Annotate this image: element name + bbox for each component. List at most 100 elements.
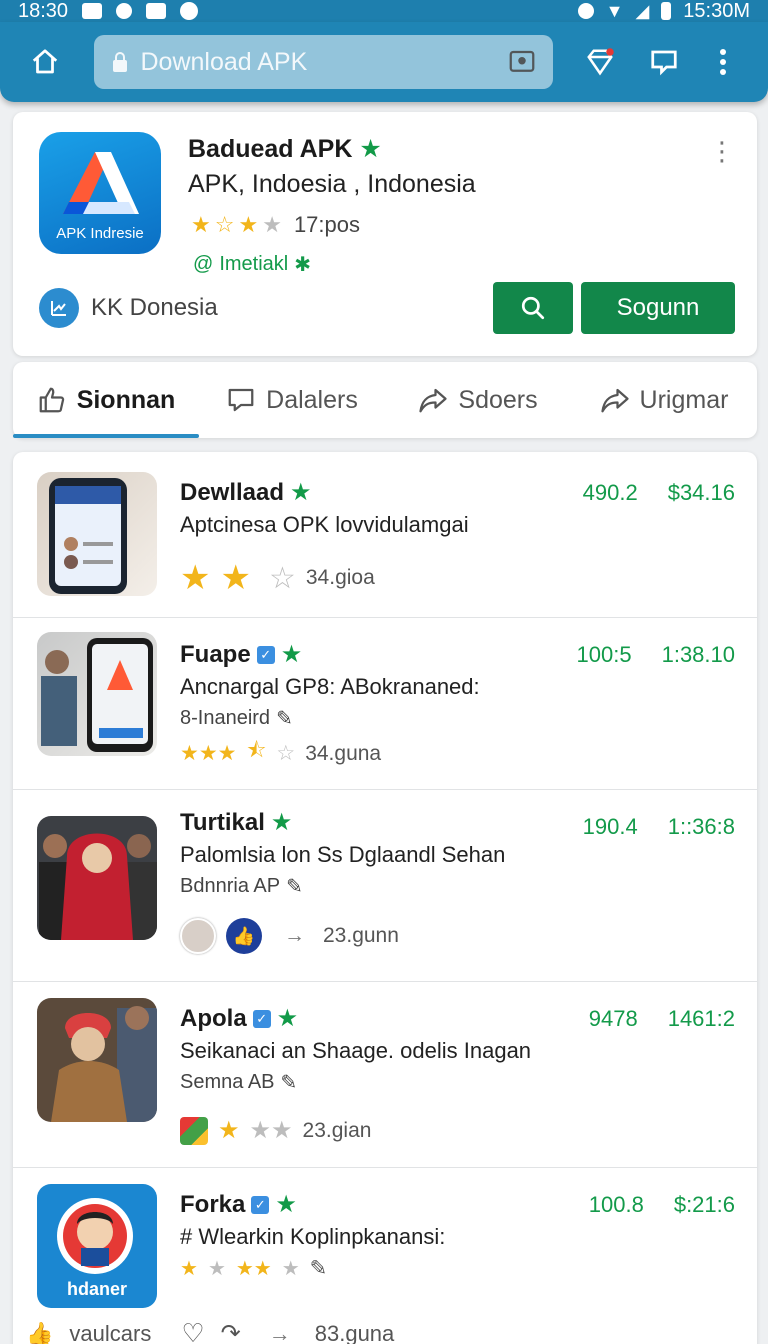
- verified-icon: ✓: [256, 645, 275, 664]
- list-item[interactable]: Turtikal ★ Palomlsia lon Ss Dglaandl Seha…: [13, 790, 757, 982]
- clock-right: 15:30M: [683, 0, 750, 22]
- arrow-icon: →: [284, 924, 305, 947]
- app-screenshot-thumbnail: [37, 632, 157, 756]
- app-header-card: APK Indresie Baduead APK ★ APK, Indoesia…: [13, 112, 757, 356]
- star-badge-icon: ★: [359, 135, 382, 163]
- chat-icon: [651, 50, 677, 76]
- app-mini-icon: [180, 1116, 208, 1145]
- primary-action-button[interactable]: Sogunn: [581, 282, 735, 334]
- app-subtitle: APK, Indoesia , Indonesia: [188, 170, 476, 198]
- app-title: Fuape ✓ ★: [180, 640, 303, 669]
- star-icon: ☆: [214, 212, 235, 237]
- signal-icon: ◢: [635, 0, 650, 21]
- star-icon: ★★: [235, 1258, 272, 1280]
- stat-value: 1::36:8: [667, 814, 735, 839]
- battery-icon: [661, 2, 672, 20]
- app-stats: 100.8 $:21:6: [589, 1192, 735, 1218]
- status-bar: 18:30 ▼ ◢ 15:30M: [0, 0, 768, 22]
- list-item[interactable]: Dewllaad ★ Aptcinesa OPK lovvidulamgai 49…: [13, 452, 757, 618]
- gem-icon: [587, 48, 614, 76]
- star-empty-icon: ★: [281, 1258, 300, 1280]
- app-list: Dewllaad ★ Aptcinesa OPK lovvidulamgai 49…: [13, 452, 757, 1344]
- star-icon: ★: [218, 1117, 240, 1144]
- heart-icon[interactable]: ♡: [181, 1318, 204, 1344]
- star-icon: ★: [238, 212, 259, 237]
- list-item[interactable]: Apola ✓ ★ Seikanaci an Shaage. odelis Inag…: [13, 982, 757, 1168]
- app-description: Ancnargal GP8: ABokrananed:: [180, 674, 480, 699]
- app-title: Forka ✓ ★: [180, 1190, 297, 1219]
- clock: 18:30: [18, 0, 69, 22]
- app-description: Seikanaci an Shaage. odelis Inagan: [180, 1038, 532, 1063]
- app-rating: ★ ★ ☆ 34.gioa: [180, 558, 375, 598]
- tab-urigmar[interactable]: Urigmar: [571, 362, 757, 438]
- app-screenshot-thumbnail: [37, 472, 157, 596]
- reader-icon: [509, 50, 534, 72]
- browser-toolbar: Download APK: [0, 22, 768, 102]
- app-title: Dewllaad ★: [180, 478, 312, 507]
- star-icon: ★: [180, 559, 211, 597]
- star-icon: ★: [220, 559, 251, 597]
- messages-button[interactable]: [637, 34, 691, 90]
- tab-dalalers[interactable]: Dalalers: [199, 362, 385, 438]
- star-badge-icon: ★: [275, 1191, 297, 1218]
- app-reactions: 👍 → 23.gunn: [180, 918, 399, 954]
- app-title: Apola ✓ ★: [180, 1004, 299, 1033]
- app-description: Aptcinesa OPK lovvidulamgai: [180, 512, 469, 537]
- footer-actions: 👍 vaulcars ♡ ↷ → 83.guna: [26, 1318, 394, 1344]
- cc-icon: [146, 3, 167, 19]
- app-logo: APK Indresie: [39, 132, 161, 254]
- stat-value: 1:38.10: [661, 642, 735, 667]
- star-empty-icon: ★: [262, 212, 282, 237]
- star-empty-icon: ★: [207, 1258, 226, 1280]
- header-more-button[interactable]: ⋮: [709, 138, 735, 164]
- list-item[interactable]: Fuape ✓ ★ Ancnargal GP8: ABokrananed: 8-In…: [13, 618, 757, 790]
- stat-value: 100.8: [588, 1192, 644, 1217]
- settings-icon: [116, 3, 133, 19]
- extension-button[interactable]: [573, 34, 627, 90]
- address-bar[interactable]: Download APK: [94, 35, 553, 89]
- rating-count: 34.gioa: [305, 566, 375, 589]
- app-icon: hdaner: [37, 1184, 157, 1308]
- app-stats: 490.2 $34.16: [583, 480, 735, 506]
- stat-value: $34.16: [667, 480, 735, 505]
- app-logo-caption: APK Indresie: [56, 225, 144, 242]
- app-title: Baduead APK ★: [188, 135, 382, 163]
- search-button[interactable]: [493, 282, 573, 334]
- star-icon: ★★★: [180, 742, 237, 765]
- star-badge-icon: ★: [280, 641, 303, 668]
- rating-count: 23.gunn: [323, 924, 399, 947]
- stat-value: 490.2: [582, 480, 638, 505]
- tab-sdoers[interactable]: Sdoers: [385, 362, 571, 438]
- tab-sionnan[interactable]: Sionnan: [13, 362, 199, 438]
- thumbs-up-icon[interactable]: 👍: [26, 1321, 53, 1344]
- star-empty-icon: ☆: [276, 742, 296, 765]
- at-icon: @: [193, 253, 214, 275]
- tab-bar: Sionnan Dalalers Sdoers Urigmar: [13, 362, 757, 438]
- star-badge-icon: ★: [270, 809, 293, 836]
- verified-icon: ✓: [251, 1195, 270, 1214]
- stat-value: 1461:2: [667, 1006, 735, 1031]
- info-icon: [180, 2, 199, 20]
- app-screenshot-thumbnail: [37, 998, 157, 1122]
- more-vert-icon: [719, 49, 726, 75]
- url-text: Download APK: [140, 47, 308, 76]
- developer-link[interactable]: KK Donesia: [39, 288, 218, 328]
- lock-icon: [113, 52, 128, 72]
- app-rating: ★ ★ ★★ ★ ✎: [180, 1256, 327, 1281]
- app-meta: 8-Inaneird ✎: [180, 707, 293, 730]
- wifi-icon: ▼: [605, 0, 624, 21]
- edit-icon: ✎: [309, 1257, 328, 1280]
- chat-icon: [228, 388, 254, 412]
- app-title: Turtikal ★: [180, 808, 293, 837]
- share-icon: [419, 388, 448, 413]
- menu-button[interactable]: [696, 34, 750, 90]
- stat-value: 9478: [588, 1006, 638, 1031]
- footer-label: vaulcars: [69, 1320, 152, 1344]
- app-stats: 9478 1461:2: [589, 1006, 735, 1032]
- app-stats: 100:5 1:38.10: [577, 642, 735, 668]
- star-half-icon: ⯪: [246, 739, 267, 762]
- edit-icon: ✎: [280, 1072, 298, 1094]
- app-description: Palomlsia lon Ss Dglaandl Sehan: [180, 842, 506, 867]
- share-icon[interactable]: ↷: [221, 1319, 241, 1344]
- home-button[interactable]: [18, 34, 72, 90]
